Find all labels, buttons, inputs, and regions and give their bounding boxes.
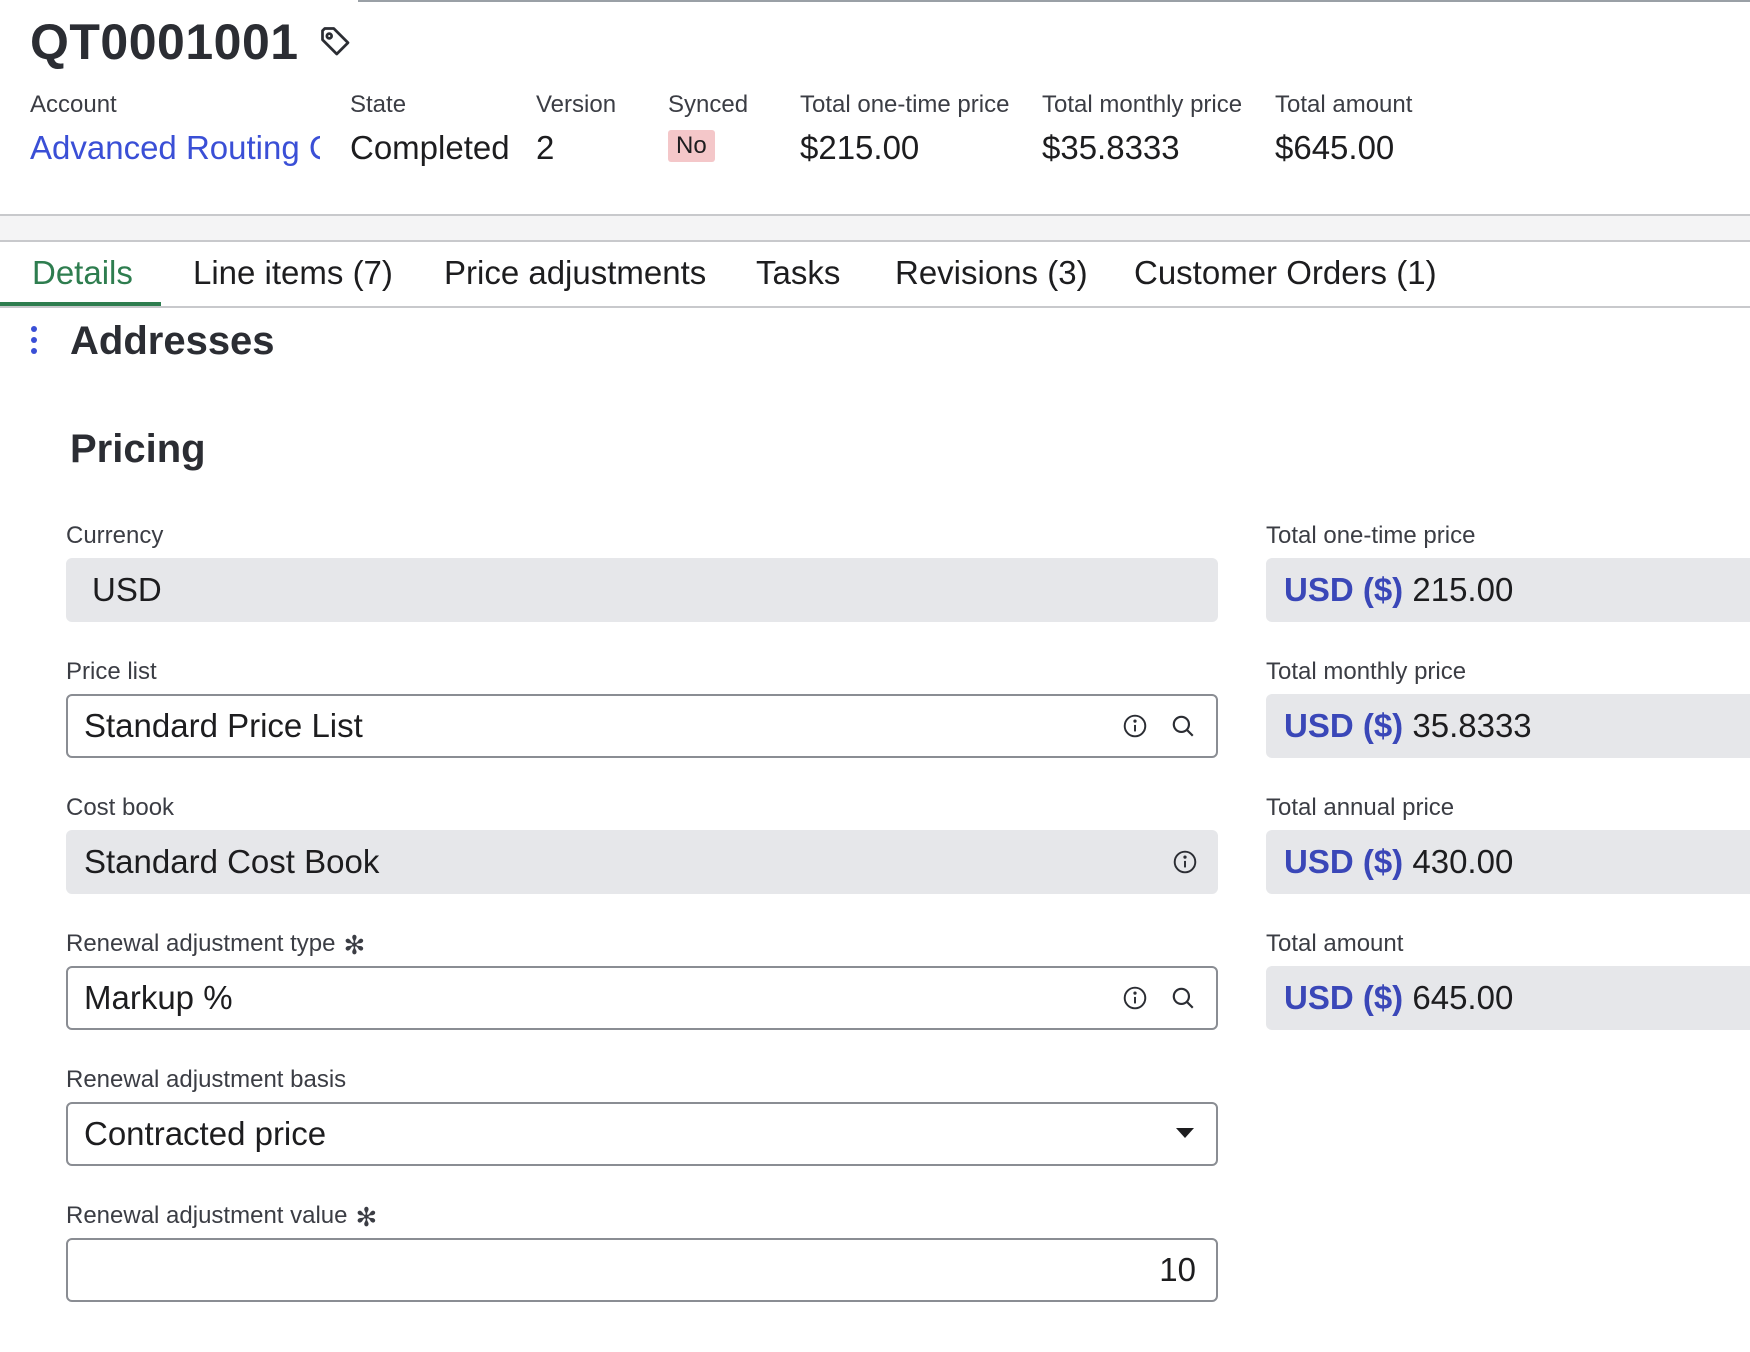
header-field-version: Version 2 xyxy=(536,88,616,168)
currency-value: USD xyxy=(92,571,162,608)
currency-field: USD xyxy=(66,558,1218,622)
tab-line-items[interactable]: Line items (7) xyxy=(161,242,425,306)
cost-book-field: Standard Cost Book xyxy=(66,830,1218,894)
renewal-value-value: 10 xyxy=(1159,1251,1196,1288)
info-icon[interactable] xyxy=(1172,849,1198,875)
header-field-state: State Completed xyxy=(350,88,510,168)
price-list-label: Price list xyxy=(66,658,157,685)
search-icon[interactable] xyxy=(1170,713,1196,739)
total-monthly-field: USD ($) 35.8333 xyxy=(1266,694,1750,758)
account-link[interactable]: Advanced Routing Co xyxy=(30,128,320,168)
renewal-basis-value: Contracted price xyxy=(84,1115,327,1152)
total-monthly-amount: USD ($) 35.8333 xyxy=(1284,694,1532,758)
total-amount-label: Total amount xyxy=(1266,930,1404,957)
info-icon[interactable] xyxy=(1122,985,1148,1011)
tab-tasks[interactable]: Tasks xyxy=(724,242,872,306)
cost-book-value: Standard Cost Book xyxy=(84,843,380,880)
header-label: Synced xyxy=(668,91,749,118)
currency-code: USD ($) xyxy=(1284,843,1404,880)
header-label: Version xyxy=(536,91,617,118)
header-field-synced: Synced No xyxy=(668,88,748,162)
total-monthly-value: $35.8333 xyxy=(1042,129,1180,166)
chevron-down-icon[interactable] xyxy=(1176,1128,1194,1138)
record-tabs: Details Line items (7) Price adjustments… xyxy=(0,242,1750,308)
cost-book-label: Cost book xyxy=(66,794,175,821)
header-label: Total one-time price xyxy=(800,91,1010,118)
total-one-time-field: USD ($) 215.00 xyxy=(1266,558,1750,622)
state-value: Completed xyxy=(350,129,510,166)
version-value: 2 xyxy=(536,129,555,166)
addresses-section-title[interactable]: Addresses xyxy=(70,316,275,366)
currency-code: USD ($) xyxy=(1284,571,1404,608)
info-icon[interactable] xyxy=(1122,713,1148,739)
total-one-time-label: Total one-time price xyxy=(1266,522,1476,549)
header-field-total-amount: Total amount $645.00 xyxy=(1275,88,1412,168)
renewal-type-field[interactable]: Markup % xyxy=(66,966,1218,1030)
header-band xyxy=(0,216,1750,242)
total-one-time-amount: USD ($) 215.00 xyxy=(1284,558,1513,622)
header-label: Account xyxy=(30,91,117,118)
tab-revisions[interactable]: Revisions (3) xyxy=(863,242,1120,306)
currency-code: USD ($) xyxy=(1284,707,1404,744)
total-annual-field: USD ($) 430.00 xyxy=(1266,830,1750,894)
currency-code: USD ($) xyxy=(1284,979,1404,1016)
more-options-icon[interactable] xyxy=(28,326,40,358)
renewal-type-value: Markup % xyxy=(84,979,233,1016)
price-list-field[interactable]: Standard Price List xyxy=(66,694,1218,758)
synced-status-badge: No xyxy=(668,130,715,162)
header-label: Total amount xyxy=(1275,91,1413,118)
header-label: Total monthly price xyxy=(1042,91,1243,118)
tab-details[interactable]: Details xyxy=(0,242,161,306)
total-amount-value: $645.00 xyxy=(1275,129,1395,166)
record-title: QT0001001 xyxy=(30,14,299,70)
total-monthly-label: Total monthly price xyxy=(1266,658,1467,685)
total-amount-amount: USD ($) 645.00 xyxy=(1284,966,1513,1030)
top-divider xyxy=(358,0,1750,2)
total-annual-label: Total annual price xyxy=(1266,794,1455,821)
amount-value: 430.00 xyxy=(1412,843,1514,880)
tab-price-adjustments[interactable]: Price adjustments xyxy=(412,242,738,306)
header-label: State xyxy=(350,91,407,118)
amount-value: 35.8333 xyxy=(1412,707,1532,744)
quote-record-page: QT0001001 Account Advanced Routing Co St… xyxy=(0,0,1750,1352)
amount-value: 645.00 xyxy=(1412,979,1514,1016)
price-list-value: Standard Price List xyxy=(84,707,363,744)
header-field-account: Account Advanced Routing Co xyxy=(30,88,320,168)
renewal-basis-label: Renewal adjustment basis xyxy=(66,1066,347,1093)
currency-label: Currency xyxy=(66,522,164,549)
search-icon[interactable] xyxy=(1170,985,1196,1011)
tab-customer-orders[interactable]: Customer Orders (1) xyxy=(1102,242,1469,306)
renewal-basis-select[interactable]: Contracted price xyxy=(66,1102,1218,1166)
total-one-time-value: $215.00 xyxy=(800,129,920,166)
header-field-total-monthly: Total monthly price $35.8333 xyxy=(1042,88,1242,168)
renewal-value-input[interactable]: 10 xyxy=(66,1238,1218,1302)
tag-icon[interactable] xyxy=(318,24,354,60)
total-annual-amount: USD ($) 430.00 xyxy=(1284,830,1513,894)
amount-value: 215.00 xyxy=(1412,571,1514,608)
renewal-value-label: Renewal adjustment value ✻ xyxy=(66,1200,377,1233)
renewal-type-label-text: Renewal adjustment type xyxy=(66,930,336,957)
renewal-value-label-text: Renewal adjustment value xyxy=(66,1202,348,1229)
renewal-type-label: Renewal adjustment type ✻ xyxy=(66,928,365,961)
header-field-total-one-time: Total one-time price $215.00 xyxy=(800,88,1009,168)
required-indicator: ✻ xyxy=(355,1201,378,1232)
required-indicator: ✻ xyxy=(343,929,366,960)
pricing-section-title: Pricing xyxy=(70,427,206,471)
total-amount-field: USD ($) 645.00 xyxy=(1266,966,1750,1030)
